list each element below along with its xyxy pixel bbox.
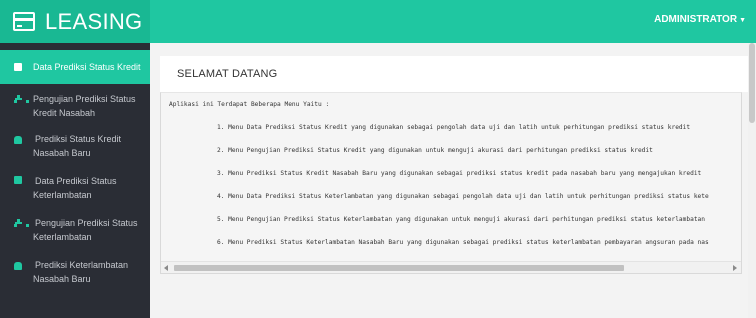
sidebar-item-label: Kredit Nasabah — [33, 108, 96, 118]
sidebar-item-data-prediksi-status-keterlambatan[interactable]: Data Prediksi Status Keterlambatan — [0, 171, 150, 209]
car-icon — [14, 136, 22, 144]
scroll-left-icon[interactable] — [164, 265, 168, 271]
vertical-scrollbar-thumb[interactable] — [749, 43, 755, 123]
sitemap-icon — [14, 95, 29, 103]
horizontal-scrollbar[interactable] — [161, 261, 741, 273]
user-menu[interactable]: ADMINISTRATOR ▼ — [654, 14, 746, 25]
menu-description-2: 2. Menu Pengujian Prediksi Status Kredit… — [217, 147, 653, 154]
sidebar-item-label: Nasabah Baru — [33, 274, 91, 284]
top-navbar: LEASING ADMINISTRATOR ▼ — [0, 0, 756, 43]
page-title: SELAMAT DATANG — [177, 68, 278, 80]
menu-description-6: 6. Menu Prediksi Status Keterlambatan Na… — [217, 239, 709, 246]
sidebar-item-label: Pengujian Prediksi Status — [33, 94, 136, 104]
sidebar-item-prediksi-keterlambatan-nasabah-baru[interactable]: Prediksi Keterlambatan Nasabah Baru — [0, 255, 150, 293]
menu-description-5: 5. Menu Pengujian Prediksi Status Keterl… — [217, 216, 705, 223]
scroll-right-icon[interactable] — [733, 265, 737, 271]
welcome-panel: Aplikasi ini Terdapat Beberapa Menu Yait… — [160, 92, 742, 274]
intro-text: Aplikasi ini Terdapat Beberapa Menu Yait… — [169, 101, 330, 108]
sidebar-item-label: Prediksi Keterlambatan — [35, 260, 129, 270]
sidebar-item-pengujian-prediksi-status-keterlambatan[interactable]: Pengujian Prediksi Status Keterlambatan — [0, 213, 150, 251]
user-menu-label: ADMINISTRATOR — [654, 14, 738, 25]
sidebar-item-prediksi-status-kredit-nasabah-baru[interactable]: Prediksi Status Kredit Nasabah Baru — [0, 129, 150, 167]
car-icon — [14, 262, 22, 270]
sidebar-item-label: Pengujian Prediksi Status — [35, 218, 138, 228]
brand[interactable]: LEASING — [0, 0, 150, 43]
sidebar-item-label: Prediksi Status Kredit — [35, 134, 122, 144]
sidebar: Data Prediksi Status Kredit Pengujian Pr… — [0, 43, 150, 318]
sidebar-item-label: Keterlambatan — [33, 232, 92, 242]
credit-card-icon — [13, 12, 35, 31]
scrollbar-thumb[interactable] — [174, 265, 624, 271]
menu-description-1: 1. Menu Data Prediksi Status Kredit yang… — [217, 124, 691, 131]
page-header: SELAMAT DATANG — [160, 56, 756, 92]
sidebar-item-pengujian-prediksi-status-kredit[interactable]: Pengujian Prediksi Status Kredit Nasabah — [0, 89, 150, 127]
sidebar-item-label: Nasabah Baru — [33, 148, 91, 158]
sidebar-item-label: Data Prediksi Status — [35, 176, 117, 186]
menu-description-4: 4. Menu Data Prediksi Status Keterlambat… — [217, 193, 709, 200]
square-icon — [14, 176, 22, 184]
sidebar-item-label: Keterlambatan — [33, 190, 92, 200]
menu-description-3: 3. Menu Prediksi Status Kredit Nasabah B… — [217, 170, 702, 177]
app-title: LEASING — [45, 9, 143, 34]
sidebar-item-data-prediksi-status-kredit[interactable]: Data Prediksi Status Kredit — [0, 50, 150, 84]
vertical-scrollbar[interactable] — [748, 43, 756, 318]
welcome-text-area: Aplikasi ini Terdapat Beberapa Menu Yait… — [161, 93, 741, 261]
caret-down-icon: ▼ — [739, 17, 746, 24]
sidebar-item-label: Data Prediksi Status Kredit — [33, 62, 141, 72]
square-icon — [14, 63, 22, 71]
sitemap-icon — [14, 219, 29, 227]
